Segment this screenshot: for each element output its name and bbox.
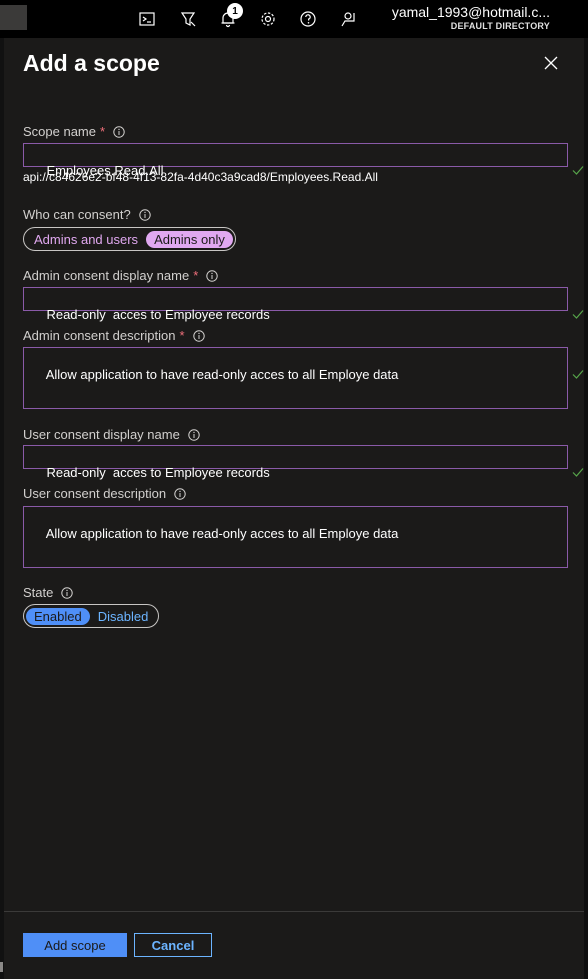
info-icon[interactable] (174, 487, 186, 500)
info-icon[interactable] (113, 125, 125, 138)
user-description-label: User consent description (23, 486, 186, 501)
info-icon[interactable] (188, 428, 200, 441)
who-can-consent-label: Who can consent? (23, 207, 151, 222)
cloud-shell-icon[interactable] (136, 8, 158, 30)
option-admins-only[interactable]: Admins only (146, 230, 233, 248)
user-description-textarea[interactable]: Allow application to have read-only acce… (23, 506, 568, 568)
admin-description-label: Admin consent description * (23, 328, 205, 343)
state-label: State (23, 585, 74, 600)
info-icon[interactable] (192, 329, 205, 342)
portal-menu-button[interactable] (0, 5, 27, 30)
required-mark: * (179, 328, 185, 343)
scope-name-input[interactable]: Employees.Read.All (23, 143, 584, 178)
user-display-name-value: Read-only acces to Employee records (46, 465, 270, 480)
account-menu[interactable]: yamal_1993@hotmail.c... DEFAULT DIRECTOR… (392, 4, 550, 31)
user-display-name-label: User consent display name (23, 427, 200, 442)
add-scope-panel: Add a scope Scope name * Employees.Read.… (4, 38, 584, 979)
info-icon[interactable] (61, 586, 74, 599)
panel-title: Add a scope (23, 50, 160, 76)
user-display-name-input[interactable]: Read-only acces to Employee records (23, 445, 584, 480)
help-icon[interactable] (297, 8, 319, 30)
account-directory: DEFAULT DIRECTORY (450, 21, 550, 31)
settings-icon[interactable] (257, 8, 279, 30)
directory-filter-icon[interactable] (177, 8, 199, 30)
scope-name-label: Scope name * (23, 124, 125, 139)
feedback-icon[interactable] (337, 8, 359, 30)
required-mark: * (193, 268, 199, 283)
info-icon[interactable] (138, 208, 151, 221)
info-icon[interactable] (206, 269, 218, 282)
option-admins-and-users[interactable]: Admins and users (26, 231, 146, 248)
avatar[interactable] (556, 5, 580, 33)
close-button[interactable] (542, 54, 560, 72)
required-mark: * (100, 124, 106, 139)
option-disabled[interactable]: Disabled (90, 608, 157, 625)
admin-description-value: Allow application to have read-only acce… (45, 367, 399, 382)
valid-check-icon (550, 353, 584, 379)
admin-display-name-label: Admin consent display name * (23, 268, 218, 283)
admin-description-textarea[interactable]: Allow application to have read-only acce… (23, 347, 584, 409)
scope-uri: api://c84626e2-bf48-4f13-82fa-4d40c3a9ca… (23, 170, 378, 184)
add-scope-button[interactable]: Add scope (23, 933, 127, 957)
close-icon (544, 56, 558, 70)
valid-check-icon (550, 451, 584, 477)
gutter-mark (0, 962, 3, 972)
admin-display-name-value: Read-only acces to Employee records (46, 307, 270, 322)
user-description-value: Allow application to have read-only acce… (45, 526, 399, 541)
valid-check-icon (550, 149, 584, 175)
footer-divider (4, 911, 584, 912)
state-toggle: Enabled Disabled (23, 604, 160, 628)
option-enabled[interactable]: Enabled (26, 607, 90, 625)
panel-scrollbar-track (584, 38, 588, 979)
notification-count-badge: 1 (227, 3, 243, 19)
top-bar: 1 yamal_1993@hotmail.c... DEFAULT DIRECT… (0, 0, 588, 38)
who-can-consent-toggle: Admins and users Admins only (23, 227, 236, 251)
valid-check-icon (550, 293, 584, 319)
cancel-button[interactable]: Cancel (134, 933, 212, 957)
admin-display-name-input[interactable]: Read-only acces to Employee records (23, 287, 584, 322)
account-email: yamal_1993@hotmail.c... (391, 4, 550, 20)
